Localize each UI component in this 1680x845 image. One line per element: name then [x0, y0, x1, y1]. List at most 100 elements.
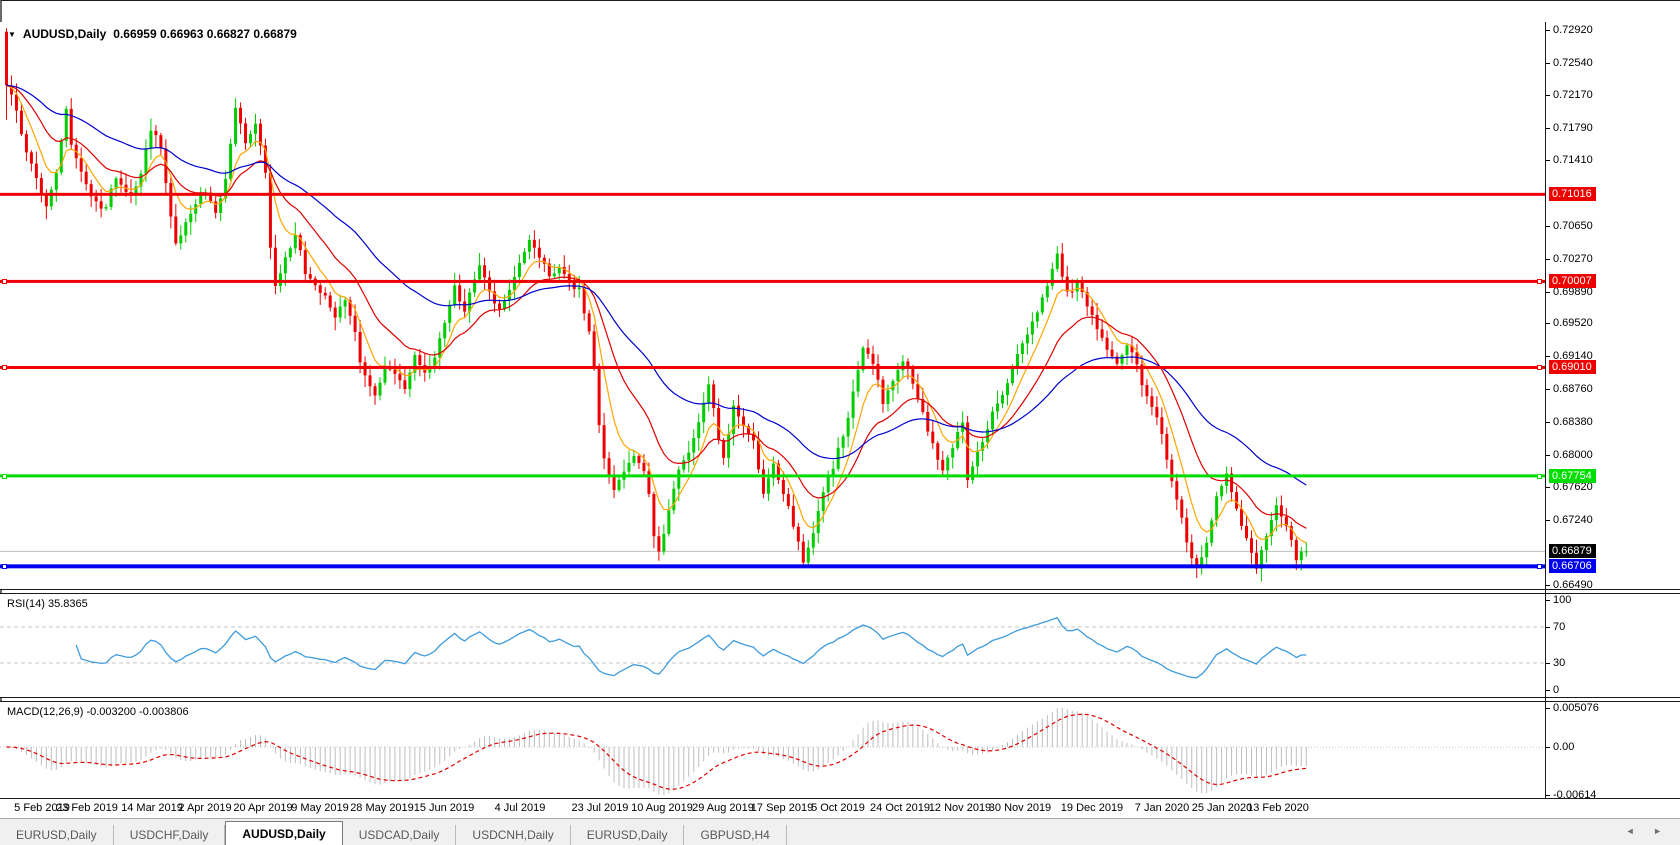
- chart-tab-usdcnh-daily[interactable]: USDCNH,Daily: [456, 825, 570, 845]
- date-axis: 5 Feb 201923 Feb 201914 Mar 20192 Apr 20…: [0, 799, 1680, 818]
- hline-0.71016[interactable]: [0, 193, 1546, 196]
- rsi-tick: [1546, 690, 1550, 691]
- chart-menu-icon[interactable]: ▼: [8, 30, 16, 39]
- line-handle[interactable]: [2, 279, 7, 284]
- line-handle[interactable]: [1537, 474, 1542, 479]
- rsi-tick: [1546, 663, 1550, 664]
- price-tick: [1546, 585, 1550, 586]
- candlestick-chart[interactable]: [0, 22, 1546, 589]
- panel-separator[interactable]: [0, 697, 1680, 698]
- macd-panel[interactable]: MACD(12,26,9) -0.003200 -0.003806: [0, 702, 1680, 797]
- rsi-tick-label: 30: [1553, 657, 1565, 669]
- chart-tab-eurusd-daily[interactable]: EURUSD,Daily: [0, 825, 114, 845]
- rsi-tick-label: 0: [1553, 684, 1559, 696]
- price-tick: [1546, 292, 1550, 293]
- line-handle[interactable]: [2, 474, 7, 479]
- price-tick: [1546, 455, 1550, 456]
- macd-signal-line: [7, 714, 1307, 789]
- panel-separator[interactable]: [0, 593, 1680, 594]
- price-tick-label: 0.68760: [1553, 383, 1593, 395]
- ma-18-line: [7, 85, 1307, 528]
- chart-tab-audusd-daily[interactable]: AUDUSD,Daily: [225, 821, 342, 845]
- rsi-chart: [0, 594, 1546, 697]
- symbol-label: AUDUSD,Daily: [23, 27, 106, 41]
- rsi-tick: [1546, 600, 1550, 601]
- date-label: 13 Feb 2020: [1236, 802, 1320, 814]
- line-handle[interactable]: [2, 365, 7, 370]
- date-label: 15 Jun 2019: [402, 802, 486, 814]
- price-tick-label: 0.70650: [1553, 220, 1593, 232]
- price-tick: [1546, 226, 1550, 227]
- macd-label: MACD(12,26,9) -0.003200 -0.003806: [7, 706, 189, 718]
- mt4-window: T ❖ ▼ M1M5M15M30H1H4D1W1MN ▼ AUDUSD,Dail…: [0, 0, 1680, 845]
- price-tick: [1546, 30, 1550, 31]
- line-handle[interactable]: [1537, 365, 1542, 370]
- hline-0.66706[interactable]: [0, 564, 1546, 568]
- price-tick-label: 0.66490: [1553, 579, 1593, 591]
- macd-tick-label: 0.00: [1553, 741, 1574, 753]
- line-handle[interactable]: [2, 564, 7, 569]
- price-tick: [1546, 323, 1550, 324]
- tab-scroll-right-icon[interactable]: ►: [1653, 826, 1670, 836]
- tab-scroll-left-icon[interactable]: ◄: [1626, 826, 1643, 836]
- price-tick: [1546, 389, 1550, 390]
- price-tick: [1546, 160, 1550, 161]
- macd-tick-label: 0.005076: [1553, 702, 1599, 714]
- chart-tab-gbpusd-h4[interactable]: GBPUSD,H4: [684, 825, 786, 845]
- quote-values: 0.66959 0.66963 0.66827 0.66879: [113, 27, 297, 41]
- hline-0.67754[interactable]: [0, 474, 1546, 477]
- macd-histogram: [7, 708, 1307, 795]
- level-price-label: 0.70007: [1549, 274, 1596, 288]
- chart-tab-bar: EURUSD,DailyUSDCHF,DailyAUDUSD,DailyUSDC…: [0, 818, 1680, 845]
- panel-separator[interactable]: [0, 589, 1680, 590]
- level-price-label: 0.71016: [1549, 187, 1596, 201]
- price-tick-label: 0.67240: [1553, 514, 1593, 526]
- chart-tab-usdchf-daily[interactable]: USDCHF,Daily: [114, 825, 226, 845]
- price-axis-line: [1545, 22, 1546, 799]
- price-tick-label: 0.68380: [1553, 416, 1593, 428]
- level-price-label: 0.67754: [1549, 469, 1596, 483]
- date-label: 4 Jul 2019: [478, 802, 562, 814]
- hline-0.69010[interactable]: [0, 366, 1546, 369]
- price-tick-label: 0.71410: [1553, 154, 1593, 166]
- price-tick-label: 0.68000: [1553, 449, 1593, 461]
- price-tick-label: 0.70270: [1553, 253, 1593, 265]
- macd-tick-label: -0.00614: [1553, 789, 1596, 801]
- macd-tick: [1546, 708, 1550, 709]
- price-tick: [1546, 95, 1550, 96]
- price-tick: [1546, 356, 1550, 357]
- line-handle[interactable]: [1537, 279, 1542, 284]
- current-price-label: 0.66879: [1549, 544, 1596, 558]
- price-tick: [1546, 422, 1550, 423]
- ma-45-line: [7, 85, 1307, 485]
- price-tick: [1546, 520, 1550, 521]
- tab-scroll-arrows: ◄ ►: [1626, 826, 1670, 836]
- main-chart-panel[interactable]: ▼ AUDUSD,Daily 0.66959 0.66963 0.66827 0…: [0, 22, 1680, 589]
- line-handle[interactable]: [1537, 564, 1542, 569]
- chart-tab-eurusd-daily[interactable]: EURUSD,Daily: [571, 825, 685, 845]
- rsi-tick-label: 70: [1553, 621, 1565, 633]
- hline-0.70007[interactable]: [0, 280, 1546, 283]
- price-tick: [1546, 259, 1550, 260]
- level-price-label: 0.66706: [1549, 559, 1596, 573]
- rsi-tick: [1546, 627, 1550, 628]
- macd-chart: [0, 702, 1546, 797]
- chart-tab-usdcad-daily[interactable]: USDCAD,Daily: [343, 825, 457, 845]
- chart-title: ▼ AUDUSD,Daily 0.66959 0.66963 0.66827 0…: [8, 27, 297, 41]
- price-tick-label: 0.69520: [1553, 317, 1593, 329]
- macd-tick: [1546, 747, 1550, 748]
- macd-tick: [1546, 795, 1550, 796]
- price-tick-label: 0.72540: [1553, 57, 1593, 69]
- level-price-label: 0.69010: [1549, 360, 1596, 374]
- price-tick-label: 0.72170: [1553, 89, 1593, 101]
- price-tick-label: 0.71790: [1553, 122, 1593, 134]
- candles-layer: [5, 28, 1308, 581]
- price-tick-label: 0.72920: [1553, 24, 1593, 36]
- panel-separator[interactable]: [0, 701, 1680, 702]
- price-tick: [1546, 487, 1550, 488]
- rsi-label: RSI(14) 35.8365: [7, 598, 88, 610]
- rsi-panel[interactable]: RSI(14) 35.8365: [0, 594, 1680, 697]
- price-tick: [1546, 128, 1550, 129]
- price-tick: [1546, 63, 1550, 64]
- rsi-tick-label: 100: [1553, 594, 1571, 606]
